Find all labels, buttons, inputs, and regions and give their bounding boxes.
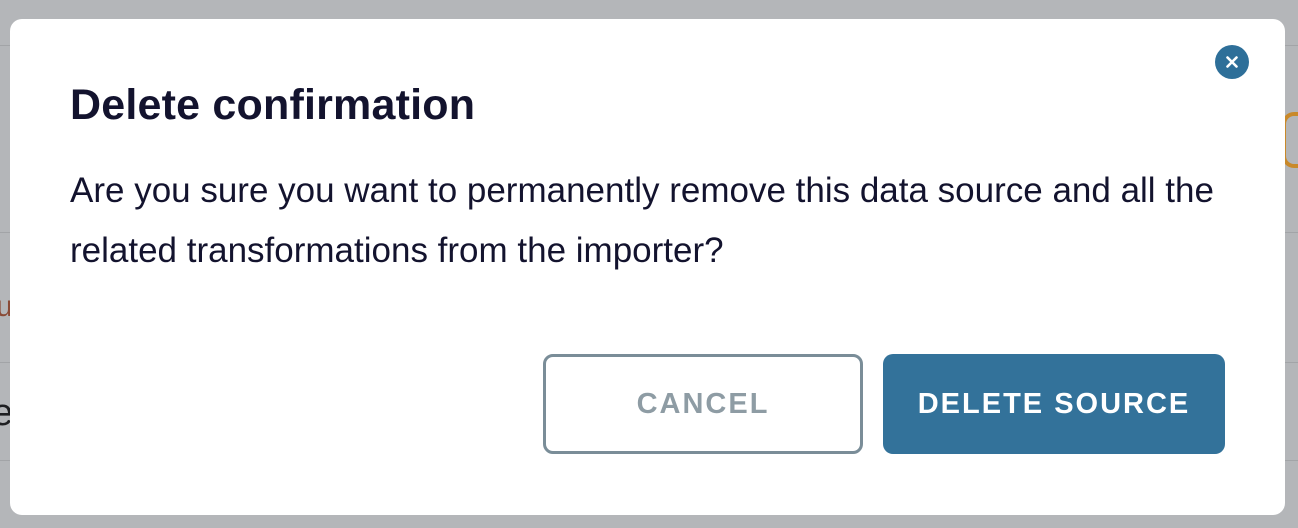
background-text-fragment: i — [0, 118, 2, 161]
dialog-message: Are you sure you want to permanently rem… — [70, 171, 1214, 270]
close-icon — [1226, 56, 1238, 68]
delete-confirmation-dialog: Delete confirmation Are you sure you wan… — [10, 19, 1285, 515]
cancel-button[interactable]: CANCEL — [543, 354, 863, 454]
delete-source-button[interactable]: DELETE SOURCE — [883, 354, 1225, 454]
close-button[interactable] — [1215, 45, 1249, 79]
dialog-title: Delete confirmation — [70, 81, 476, 129]
